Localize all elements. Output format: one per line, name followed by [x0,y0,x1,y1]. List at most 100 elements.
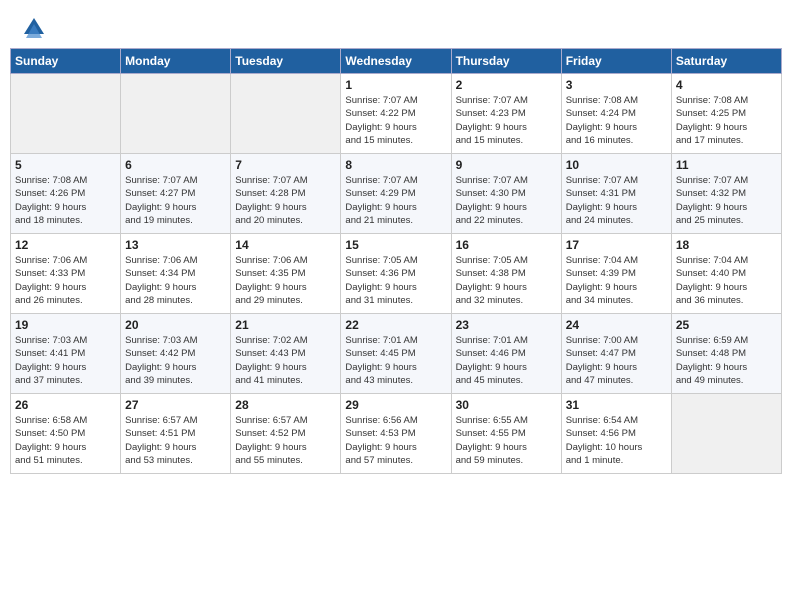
day-info: Sunrise: 7:07 AM Sunset: 4:31 PM Dayligh… [566,174,667,227]
day-info: Sunrise: 7:05 AM Sunset: 4:36 PM Dayligh… [345,254,446,307]
day-info: Sunrise: 7:07 AM Sunset: 4:27 PM Dayligh… [125,174,226,227]
day-number: 14 [235,238,336,252]
day-info: Sunrise: 6:56 AM Sunset: 4:53 PM Dayligh… [345,414,446,467]
day-number: 13 [125,238,226,252]
calendar-cell: 21 Sunrise: 7:02 AM Sunset: 4:43 PM Dayli… [231,314,341,394]
day-info: Sunrise: 7:03 AM Sunset: 4:41 PM Dayligh… [15,334,116,387]
day-info: Sunrise: 7:07 AM Sunset: 4:29 PM Dayligh… [345,174,446,227]
day-info: Sunrise: 7:06 AM Sunset: 4:35 PM Dayligh… [235,254,336,307]
calendar-cell: 9Sunrise: 7:07 AM Sunset: 4:30 PM Daylig… [451,154,561,234]
calendar-cell: 29 Sunrise: 6:56 AM Sunset: 4:53 PM Dayli… [341,394,451,474]
day-number: 29 [345,398,446,412]
day-number: 28 [235,398,336,412]
day-number: 31 [566,398,667,412]
day-info: Sunrise: 7:07 AM Sunset: 4:28 PM Dayligh… [235,174,336,227]
day-number: 25 [676,318,777,332]
calendar-cell: 13 Sunrise: 7:06 AM Sunset: 4:34 PM Dayli… [121,234,231,314]
calendar-cell: 31 Sunrise: 6:54 AM Sunset: 4:56 PM Dayli… [561,394,671,474]
day-number: 30 [456,398,557,412]
calendar-cell: 8 Sunrise: 7:07 AM Sunset: 4:29 PM Daylig… [341,154,451,234]
day-info: Sunrise: 7:02 AM Sunset: 4:43 PM Dayligh… [235,334,336,387]
calendar-cell: 15 Sunrise: 7:05 AM Sunset: 4:36 PM Dayli… [341,234,451,314]
calendar-cell: 1 Sunrise: 7:07 AM Sunset: 4:22 PM Daylig… [341,74,451,154]
page: SundayMondayTuesdayWednesdayThursdayFrid… [0,0,792,612]
day-info: Sunrise: 7:00 AM Sunset: 4:47 PM Dayligh… [566,334,667,387]
day-info: Sunrise: 7:06 AM Sunset: 4:33 PM Dayligh… [15,254,116,307]
day-info: Sunrise: 7:07 AM Sunset: 4:30 PM Dayligh… [456,174,557,227]
calendar-cell: 7Sunrise: 7:07 AM Sunset: 4:28 PM Daylig… [231,154,341,234]
calendar-cell: 16 Sunrise: 7:05 AM Sunset: 4:38 PM Dayli… [451,234,561,314]
day-info: Sunrise: 6:57 AM Sunset: 4:52 PM Dayligh… [235,414,336,467]
logo-icon [20,14,48,42]
day-info: Sunrise: 6:57 AM Sunset: 4:51 PM Dayligh… [125,414,226,467]
day-number: 1 [345,78,446,92]
calendar-cell: 25 Sunrise: 6:59 AM Sunset: 4:48 PM Dayli… [671,314,781,394]
day-number: 26 [15,398,116,412]
day-number: 24 [566,318,667,332]
day-number: 19 [15,318,116,332]
day-number: 4 [676,78,777,92]
day-number: 23 [456,318,557,332]
calendar-cell: 20 Sunrise: 7:03 AM Sunset: 4:42 PM Dayli… [121,314,231,394]
day-info: Sunrise: 7:03 AM Sunset: 4:42 PM Dayligh… [125,334,226,387]
calendar-cell: 27 Sunrise: 6:57 AM Sunset: 4:51 PM Dayli… [121,394,231,474]
calendar-cell: 12 Sunrise: 7:06 AM Sunset: 4:33 PM Dayli… [11,234,121,314]
day-info: Sunrise: 7:08 AM Sunset: 4:25 PM Dayligh… [676,94,777,147]
day-number: 27 [125,398,226,412]
day-number: 16 [456,238,557,252]
dow-header-wednesday: Wednesday [341,49,451,74]
calendar-cell: 6 Sunrise: 7:07 AM Sunset: 4:27 PM Daylig… [121,154,231,234]
day-info: Sunrise: 7:07 AM Sunset: 4:22 PM Dayligh… [345,94,446,147]
logo [20,14,52,42]
calendar-cell: 3 Sunrise: 7:08 AM Sunset: 4:24 PM Daylig… [561,74,671,154]
dow-header-friday: Friday [561,49,671,74]
day-number: 8 [345,158,446,172]
day-info: Sunrise: 7:05 AM Sunset: 4:38 PM Dayligh… [456,254,557,307]
calendar-cell: 22Sunrise: 7:01 AM Sunset: 4:45 PM Dayli… [341,314,451,394]
dow-header-sunday: Sunday [11,49,121,74]
day-number: 15 [345,238,446,252]
calendar-cell [671,394,781,474]
calendar-cell: 5 Sunrise: 7:08 AM Sunset: 4:26 PM Daylig… [11,154,121,234]
day-info: Sunrise: 7:08 AM Sunset: 4:26 PM Dayligh… [15,174,116,227]
day-info: Sunrise: 7:01 AM Sunset: 4:46 PM Dayligh… [456,334,557,387]
calendar-cell: 10 Sunrise: 7:07 AM Sunset: 4:31 PM Dayli… [561,154,671,234]
day-number: 17 [566,238,667,252]
day-info: Sunrise: 6:55 AM Sunset: 4:55 PM Dayligh… [456,414,557,467]
day-info: Sunrise: 7:04 AM Sunset: 4:39 PM Dayligh… [566,254,667,307]
day-number: 18 [676,238,777,252]
day-number: 5 [15,158,116,172]
day-number: 12 [15,238,116,252]
calendar-cell: 23 Sunrise: 7:01 AM Sunset: 4:46 PM Dayli… [451,314,561,394]
day-info: Sunrise: 6:54 AM Sunset: 4:56 PM Dayligh… [566,414,667,467]
calendar-cell: 18 Sunrise: 7:04 AM Sunset: 4:40 PM Dayli… [671,234,781,314]
calendar-cell: 28 Sunrise: 6:57 AM Sunset: 4:52 PM Dayli… [231,394,341,474]
day-number: 6 [125,158,226,172]
day-number: 10 [566,158,667,172]
dow-header-saturday: Saturday [671,49,781,74]
calendar-cell: 17 Sunrise: 7:04 AM Sunset: 4:39 PM Dayli… [561,234,671,314]
day-number: 2 [456,78,557,92]
calendar-table: SundayMondayTuesdayWednesdayThursdayFrid… [10,48,782,474]
day-number: 20 [125,318,226,332]
day-info: Sunrise: 7:06 AM Sunset: 4:34 PM Dayligh… [125,254,226,307]
day-info: Sunrise: 7:08 AM Sunset: 4:24 PM Dayligh… [566,94,667,147]
day-info: Sunrise: 7:07 AM Sunset: 4:32 PM Dayligh… [676,174,777,227]
calendar-cell: 4 Sunrise: 7:08 AM Sunset: 4:25 PM Daylig… [671,74,781,154]
dow-header-monday: Monday [121,49,231,74]
calendar-cell [121,74,231,154]
day-number: 21 [235,318,336,332]
day-number: 22 [345,318,446,332]
calendar-cell: 19 Sunrise: 7:03 AM Sunset: 4:41 PM Dayli… [11,314,121,394]
calendar-cell: 26Sunrise: 6:58 AM Sunset: 4:50 PM Dayli… [11,394,121,474]
calendar-cell [11,74,121,154]
day-info: Sunrise: 7:07 AM Sunset: 4:23 PM Dayligh… [456,94,557,147]
calendar-cell: 14 Sunrise: 7:06 AM Sunset: 4:35 PM Dayli… [231,234,341,314]
dow-header-tuesday: Tuesday [231,49,341,74]
calendar-cell: 11 Sunrise: 7:07 AM Sunset: 4:32 PM Dayli… [671,154,781,234]
header [0,0,792,48]
day-info: Sunrise: 6:59 AM Sunset: 4:48 PM Dayligh… [676,334,777,387]
day-number: 11 [676,158,777,172]
day-number: 3 [566,78,667,92]
day-info: Sunrise: 7:04 AM Sunset: 4:40 PM Dayligh… [676,254,777,307]
